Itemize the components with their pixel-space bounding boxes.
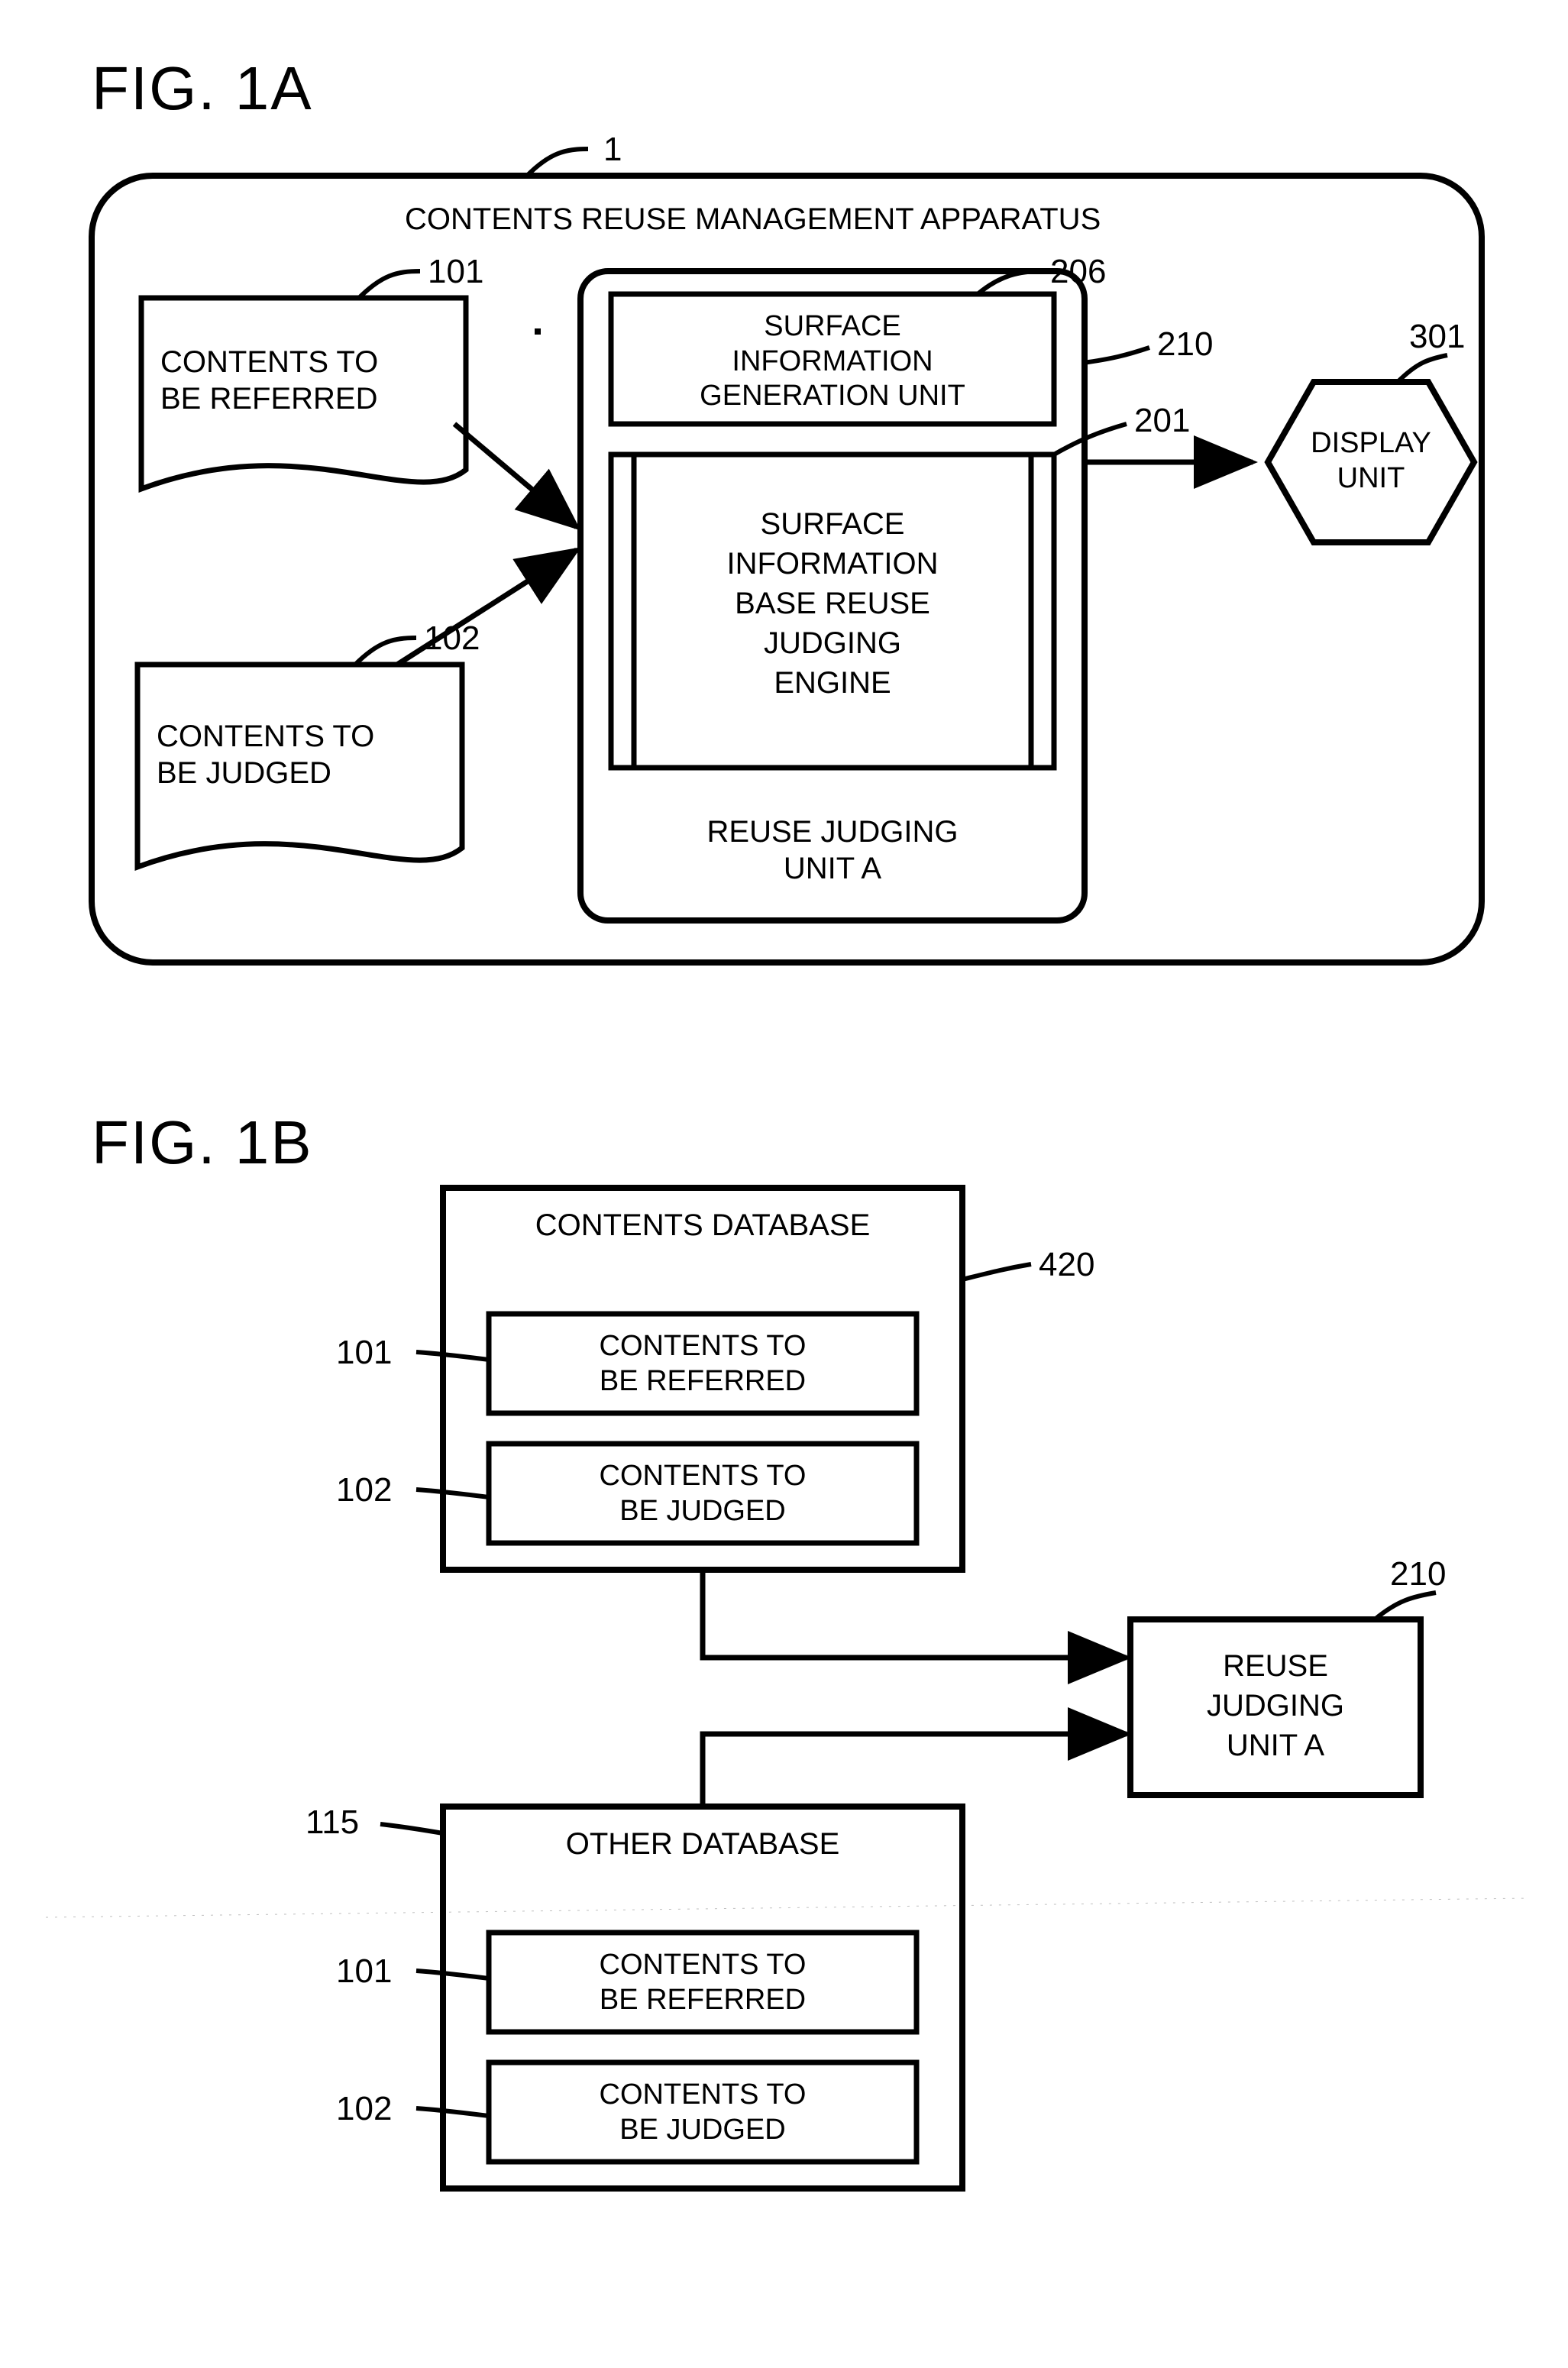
- surface-gen: SURFACE INFORMATION GENERATION UNIT: [619, 309, 1046, 414]
- svg-text:201: 201: [1134, 402, 1190, 439]
- svg-text:101: 101: [336, 1952, 392, 1990]
- contents-judged-a: CONTENTS TO BE JUDGED: [157, 718, 439, 791]
- contents-db-label: CONTENTS DATABASE: [466, 1207, 939, 1244]
- svg-text:1: 1: [603, 131, 622, 168]
- svg-text:210: 210: [1390, 1555, 1446, 1593]
- svg-text:102: 102: [336, 1471, 392, 1509]
- svg-text:102: 102: [336, 2090, 392, 2127]
- svg-text:101: 101: [336, 1334, 392, 1371]
- svg-text:101: 101: [428, 253, 483, 290]
- svg-text:301: 301: [1409, 318, 1465, 355]
- svg-text:102: 102: [424, 619, 480, 657]
- contents-referred-b1: CONTENTS TO BE REFERRED: [504, 1329, 901, 1399]
- svg-text:206: 206: [1050, 253, 1106, 290]
- contents-referred-a: CONTENTS TO BE REFERRED: [160, 344, 443, 417]
- contents-judged-b2: CONTENTS TO BE JUDGED: [504, 2078, 901, 2147]
- svg-text:CONTENTS REUSE MANAGEMENT APPA: CONTENTS REUSE MANAGEMENT APPARATUS: [405, 202, 1101, 236]
- reuse-unit-a-label: REUSE JUDGING UNIT A: [611, 814, 1054, 887]
- contents-judged-b1: CONTENTS TO BE JUDGED: [504, 1459, 901, 1529]
- display-unit: DISPLAY UNIT: [1283, 426, 1459, 496]
- svg-text:420: 420: [1039, 1246, 1094, 1283]
- svg-text:115: 115: [306, 1803, 359, 1841]
- contents-referred-b2: CONTENTS TO BE REFERRED: [504, 1948, 901, 2017]
- svg-text:210: 210: [1157, 325, 1213, 363]
- reuse-unit-b: REUSE JUDGING UNIT A: [1142, 1646, 1409, 1765]
- surface-engine: SURFACE INFORMATION BASE REUSE JUDGING E…: [645, 504, 1020, 703]
- other-db-label: OTHER DATABASE: [466, 1826, 939, 1862]
